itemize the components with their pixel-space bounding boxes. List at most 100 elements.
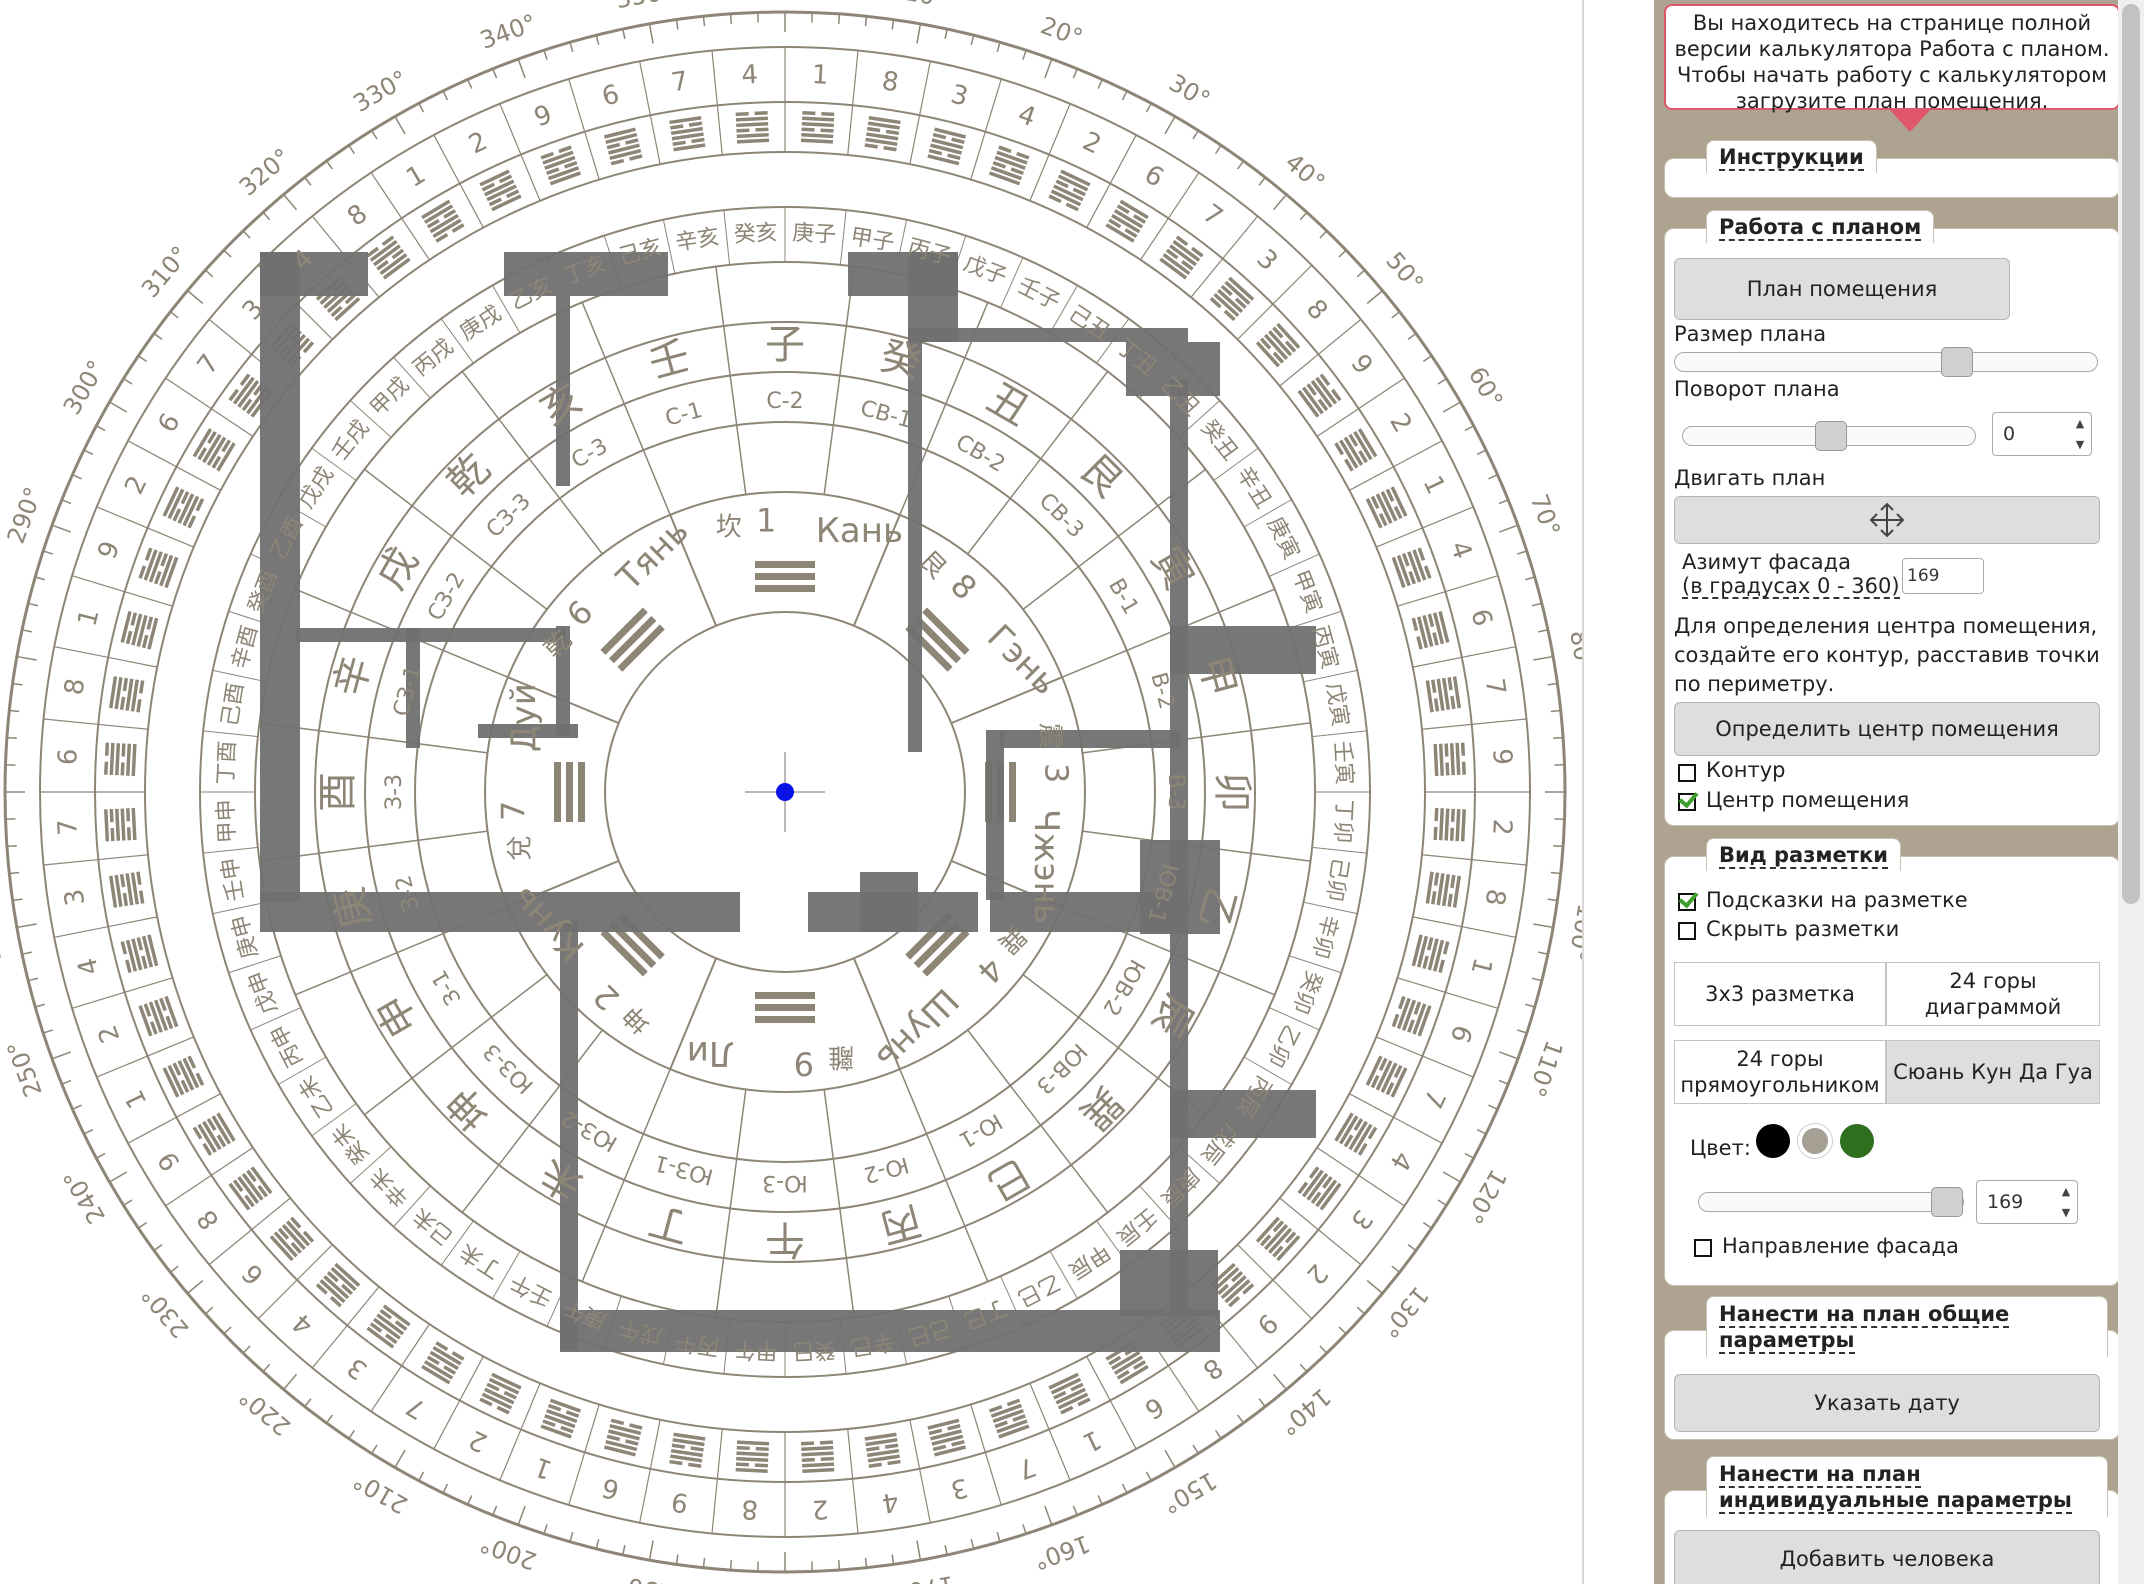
outer-number: 8: [1300, 294, 1333, 326]
mountain-hanzi: 辛: [326, 651, 381, 702]
degree-tick: [1214, 1429, 1222, 1440]
stem-pair: 甲寅: [1287, 567, 1326, 617]
hexagram-mark: [479, 169, 522, 212]
general-params-toggle[interactable]: Нанести на план общие параметры: [1706, 1296, 2108, 1357]
color-opacity-down[interactable]: ▼: [2055, 1202, 2077, 1223]
plan-size-thumb[interactable]: [1941, 347, 1973, 377]
stem-pair: 癸丑: [1195, 416, 1242, 466]
degree-tick: [970, 34, 975, 46]
plan-size-label: Размер плана: [1674, 322, 1827, 346]
instructions-toggle[interactable]: Инструкции: [1706, 140, 1877, 173]
degree-tick: [371, 130, 378, 140]
hints-checkbox[interactable]: [1678, 893, 1696, 911]
mountain-code: ЮЗ-1: [652, 1149, 716, 1189]
hexagram-line: [122, 892, 129, 907]
color-opacity-up[interactable]: ▲: [2055, 1181, 2077, 1202]
color-swatch-green[interactable]: [1840, 1124, 1874, 1158]
markup-section-toggle[interactable]: Вид разметки: [1706, 838, 1901, 871]
degree-tick: [1192, 130, 1199, 140]
color-opacity-slider[interactable]: [1698, 1187, 1964, 1217]
facade-azimuth-label: Азимут фасада: [1682, 550, 1851, 574]
hexagram-mark: [1297, 373, 1342, 418]
center-instructions: Для определения центра помещения, создай…: [1674, 614, 2100, 696]
hexagram-line: [735, 116, 769, 122]
plan-size-slider[interactable]: [1674, 347, 2098, 377]
facade-azimuth-input[interactable]: 169: [1902, 558, 1984, 594]
degree-label: 20°: [1037, 11, 1087, 52]
plan-rotation-thumb[interactable]: [1815, 421, 1847, 451]
outer-number: 8: [1479, 887, 1511, 908]
degree-tick: [569, 1531, 574, 1542]
plan-rotation-up[interactable]: ▲: [2069, 413, 2091, 434]
degree-tick: [595, 34, 600, 46]
hexagram-line: [887, 1459, 901, 1466]
degree-tick: [1044, 58, 1053, 79]
hexagram-mark: [366, 1304, 411, 1349]
degree-tick: [492, 68, 498, 79]
stem-pair: 己未: [409, 1202, 459, 1249]
degree-tick: [187, 290, 204, 305]
trigram-bar: [554, 762, 561, 822]
hexagram-line: [119, 873, 126, 888]
sector-line: [847, 1428, 859, 1534]
room-center-checkbox[interactable]: [1678, 793, 1696, 811]
outer-number: 6: [1444, 1021, 1478, 1047]
hide-markup-label: Скрыть разметки: [1706, 917, 1900, 941]
mountains-rect-button[interactable]: 24 горы прямоугольником: [1674, 1040, 1886, 1104]
degree-tick: [1272, 1373, 1287, 1390]
outer-number: 8: [342, 199, 373, 233]
hexagram-mark: [1365, 1055, 1408, 1098]
stem-pair: 乙巳: [1013, 1268, 1064, 1310]
individual-params-toggle[interactable]: Нанести на план индивидуальные параметры: [1706, 1456, 2108, 1517]
sidebar-scroll-thumb[interactable]: [2122, 4, 2140, 904]
color-swatch-grey[interactable]: [1798, 1124, 1832, 1158]
degree-tick: [837, 13, 841, 24]
color-opacity-input[interactable]: 169 ▲ ▼: [1976, 1180, 2078, 1224]
degree-tick: [1476, 1128, 1487, 1135]
plan-section-toggle[interactable]: Работа с планом: [1706, 210, 1935, 243]
set-date-button[interactable]: Указать дату: [1674, 1374, 2100, 1432]
mountains-diagram-button[interactable]: 24 горы диаграммой: [1886, 962, 2100, 1026]
color-swatch-black[interactable]: [1756, 1124, 1790, 1158]
plan-rotation-slider[interactable]: [1682, 421, 1976, 451]
degree-label: 250°: [2, 1037, 48, 1101]
degree-tick: [1366, 290, 1383, 305]
hexagram-line: [802, 1467, 835, 1473]
trigram-bar: [1009, 762, 1016, 822]
grid-3x3-button[interactable]: 3х3 разметка: [1674, 962, 1886, 1026]
outer-number: 4: [72, 955, 105, 978]
stem-line: [1312, 730, 1367, 738]
mountain-hanzi: 辰: [1142, 987, 1202, 1045]
degree-tick: [109, 401, 128, 413]
hexagram-mark: [604, 1418, 643, 1457]
hide-markup-checkbox[interactable]: [1678, 922, 1696, 940]
degree-tick: [325, 1414, 334, 1424]
degree-label: 50°: [1380, 247, 1429, 298]
contour-checkbox[interactable]: [1678, 764, 1696, 782]
hexagram-line: [1444, 808, 1450, 841]
plan-canvas[interactable]: 0°10°20°30°40°50°60°70°80°90°100°110°120…: [0, 0, 1584, 1584]
sector-line: [639, 1419, 661, 1523]
degree-tick: [1097, 79, 1103, 89]
hexagram-line: [755, 127, 769, 132]
trigram-bar: [578, 762, 585, 822]
plan-rotation-down[interactable]: ▼: [2069, 434, 2091, 455]
degree-tick: [1517, 1029, 1528, 1034]
define-center-button[interactable]: Определить центр помещения: [1674, 702, 2100, 756]
hexagram-mark: [1209, 276, 1255, 322]
plan-rotation-input[interactable]: 0 ▲ ▼: [1992, 412, 2092, 456]
facade-direction-checkbox[interactable]: [1694, 1239, 1712, 1257]
degree-tick: [1533, 655, 1554, 661]
hexagram-line: [625, 138, 639, 145]
degree-tick: [95, 1152, 106, 1159]
degree-label: 170°: [895, 1570, 957, 1584]
hexagram-mark: [104, 742, 137, 777]
color-opacity-thumb[interactable]: [1931, 1187, 1963, 1217]
plan-upload-button[interactable]: План помещения: [1674, 258, 2010, 320]
move-plan-button[interactable]: [1674, 496, 2100, 544]
degree-tick: [622, 28, 626, 39]
outer-number: 7: [401, 1390, 431, 1424]
add-person-button[interactable]: Добавить человека: [1674, 1530, 2100, 1584]
hexagram-mark: [927, 127, 966, 166]
xuan-kong-button[interactable]: Сюань Кун Да Гуа: [1886, 1040, 2100, 1104]
